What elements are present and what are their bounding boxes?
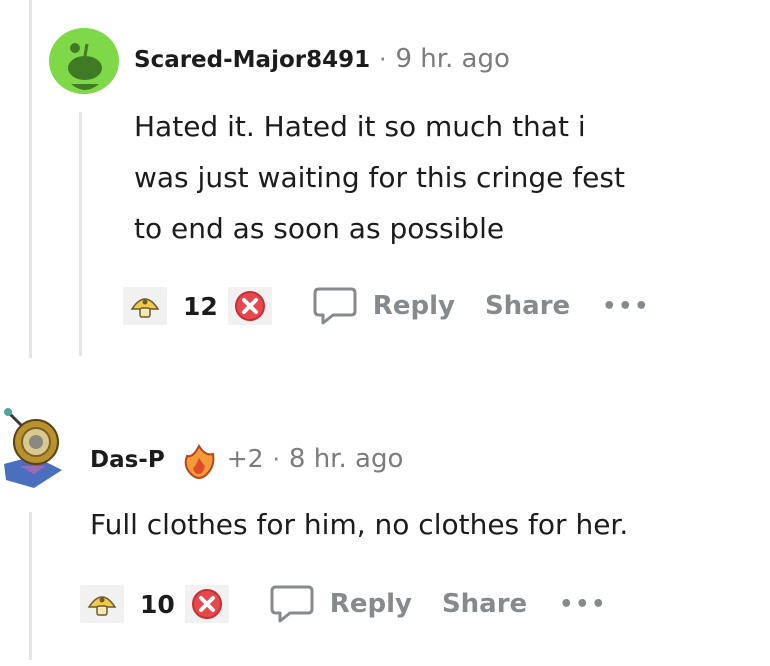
comment-line: Hated it. Hated it so much that i <box>134 110 586 143</box>
mushroom-upvote-icon <box>87 596 117 616</box>
upvote-button[interactable] <box>123 287 167 325</box>
reply-button[interactable]: Reply <box>313 285 455 327</box>
share-label: Share <box>484 291 571 321</box>
downvote-button[interactable] <box>184 585 229 623</box>
comment-line: to end as soon as possible <box>134 212 505 245</box>
share-label: Share <box>441 589 528 619</box>
upvote-button[interactable] <box>80 585 124 623</box>
comment-meta: Das-P +2 · 8 hr. ago <box>90 444 403 482</box>
fire-flair-icon <box>184 444 215 479</box>
comment-body: Hated it. Hated it so much that i was ju… <box>134 101 625 254</box>
comment-actions: 10 Reply Share ••• <box>80 583 607 625</box>
vote-score: 10 <box>140 589 175 619</box>
reply-label: Reply <box>372 291 455 321</box>
red-x-downvote-icon <box>234 291 265 321</box>
downvote-button[interactable] <box>227 287 272 325</box>
more-options-button[interactable]: ••• <box>602 294 650 319</box>
meta-separator: · <box>272 447 280 473</box>
comment-line: Full clothes for him, no clothes for her… <box>90 508 629 541</box>
mushroom-upvote-icon <box>130 298 160 318</box>
comment-line: was just waiting for this cringe fest <box>134 161 625 194</box>
vote-score: 12 <box>183 291 218 321</box>
red-x-downvote-icon <box>191 589 222 619</box>
reply-button[interactable]: Reply <box>270 583 412 625</box>
meta-separator: · <box>379 47 387 73</box>
reply-label: Reply <box>329 589 412 619</box>
timestamp[interactable]: 8 hr. ago <box>289 444 403 474</box>
speech-bubble-icon <box>313 287 357 325</box>
comment-actions: 12 Reply Share ••• <box>123 285 650 327</box>
comment-body: Full clothes for him, no clothes for her… <box>90 499 628 550</box>
robot-diver-avatar-icon <box>4 408 62 488</box>
thread-line-outer[interactable] <box>29 0 32 358</box>
more-options-button[interactable]: ••• <box>559 592 607 617</box>
timestamp[interactable]: 9 hr. ago <box>395 44 509 74</box>
avatar[interactable] <box>49 28 119 94</box>
flair-count: +2 <box>226 444 264 473</box>
speech-bubble-icon <box>270 585 314 623</box>
avatar[interactable] <box>0 404 66 490</box>
comment-meta: Scared-Major8491 · 9 hr. ago <box>134 44 510 74</box>
thread-line-nested[interactable] <box>79 112 82 356</box>
snoo-default-avatar-icon <box>51 28 117 94</box>
share-button[interactable]: Share <box>442 589 527 619</box>
thread-line-second[interactable] <box>29 512 32 660</box>
share-button[interactable]: Share <box>485 291 570 321</box>
author-username[interactable]: Scared-Major8491 <box>134 47 370 73</box>
author-username[interactable]: Das-P <box>90 447 165 473</box>
